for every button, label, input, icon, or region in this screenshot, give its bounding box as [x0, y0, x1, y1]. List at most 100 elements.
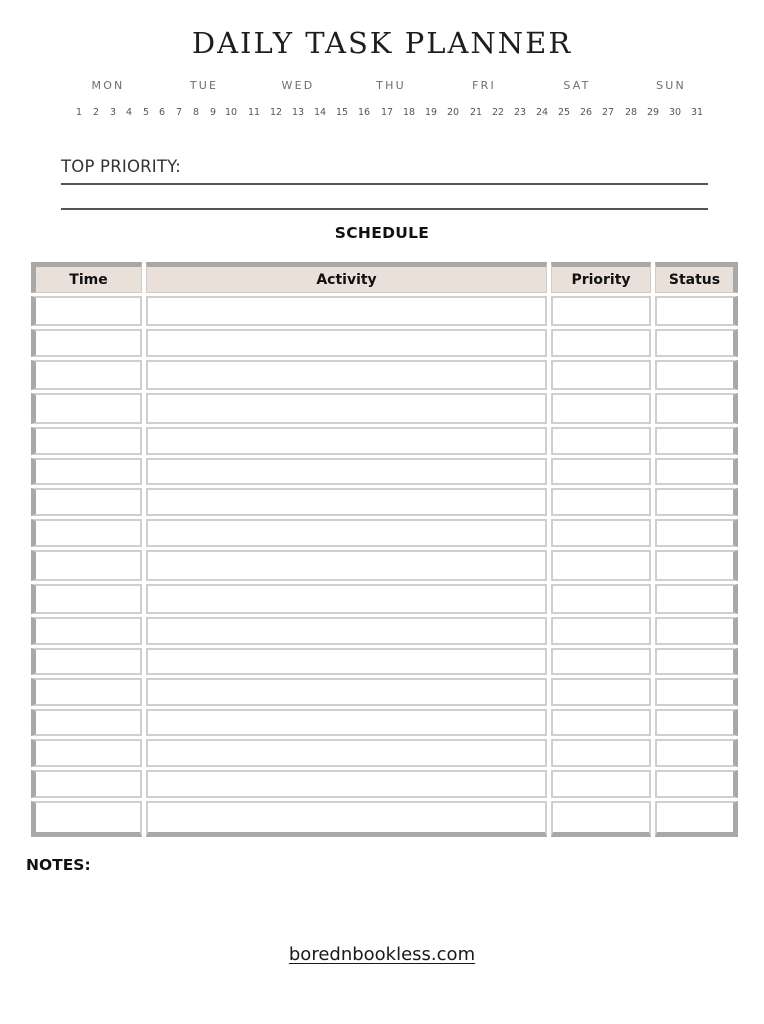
priority-cell[interactable] — [551, 678, 651, 706]
top-priority-line-2[interactable] — [61, 208, 708, 210]
date-3[interactable]: 3 — [110, 107, 116, 118]
date-12[interactable]: 12 — [270, 107, 282, 118]
website-link[interactable]: borednbookless.com — [289, 944, 475, 965]
date-10[interactable]: 10 — [225, 107, 237, 118]
time-cell[interactable] — [31, 360, 142, 390]
time-cell[interactable] — [31, 519, 142, 547]
priority-cell[interactable] — [551, 584, 651, 614]
activity-cell[interactable] — [146, 393, 547, 424]
time-cell[interactable] — [31, 678, 142, 706]
time-cell[interactable] — [31, 458, 142, 485]
activity-cell[interactable] — [146, 770, 547, 798]
status-cell[interactable] — [655, 617, 738, 645]
date-27[interactable]: 27 — [602, 107, 614, 118]
status-cell[interactable] — [655, 488, 738, 516]
priority-cell[interactable] — [551, 427, 651, 455]
date-5[interactable]: 5 — [143, 107, 149, 118]
time-cell[interactable] — [31, 550, 142, 581]
status-cell[interactable] — [655, 427, 738, 455]
priority-cell[interactable] — [551, 739, 651, 767]
weekday-tue[interactable]: TUE — [190, 79, 218, 92]
date-13[interactable]: 13 — [292, 107, 304, 118]
weekday-sun[interactable]: SUN — [656, 79, 686, 92]
status-cell[interactable] — [655, 296, 738, 326]
date-21[interactable]: 21 — [470, 107, 482, 118]
activity-cell[interactable] — [146, 360, 547, 390]
date-11[interactable]: 11 — [248, 107, 260, 118]
priority-cell[interactable] — [551, 709, 651, 736]
priority-cell[interactable] — [551, 519, 651, 547]
activity-cell[interactable] — [146, 519, 547, 547]
status-cell[interactable] — [655, 770, 738, 798]
priority-cell[interactable] — [551, 550, 651, 581]
time-cell[interactable] — [31, 801, 142, 837]
time-cell[interactable] — [31, 709, 142, 736]
activity-cell[interactable] — [146, 427, 547, 455]
time-cell[interactable] — [31, 329, 142, 357]
date-4[interactable]: 4 — [126, 107, 132, 118]
date-1[interactable]: 1 — [76, 107, 82, 118]
date-18[interactable]: 18 — [403, 107, 415, 118]
status-cell[interactable] — [655, 458, 738, 485]
priority-cell[interactable] — [551, 360, 651, 390]
date-25[interactable]: 25 — [558, 107, 570, 118]
activity-cell[interactable] — [146, 329, 547, 357]
date-17[interactable]: 17 — [381, 107, 393, 118]
priority-cell[interactable] — [551, 488, 651, 516]
activity-cell[interactable] — [146, 678, 547, 706]
activity-cell[interactable] — [146, 296, 547, 326]
date-31[interactable]: 31 — [691, 107, 703, 118]
date-29[interactable]: 29 — [647, 107, 659, 118]
date-6[interactable]: 6 — [159, 107, 165, 118]
activity-cell[interactable] — [146, 739, 547, 767]
date-30[interactable]: 30 — [669, 107, 681, 118]
time-cell[interactable] — [31, 770, 142, 798]
date-7[interactable]: 7 — [176, 107, 182, 118]
date-15[interactable]: 15 — [336, 107, 348, 118]
status-cell[interactable] — [655, 329, 738, 357]
date-19[interactable]: 19 — [425, 107, 437, 118]
date-20[interactable]: 20 — [447, 107, 459, 118]
weekday-sat[interactable]: SAT — [563, 79, 590, 92]
activity-cell[interactable] — [146, 550, 547, 581]
time-cell[interactable] — [31, 584, 142, 614]
date-24[interactable]: 24 — [536, 107, 548, 118]
priority-cell[interactable] — [551, 617, 651, 645]
priority-cell[interactable] — [551, 329, 651, 357]
date-22[interactable]: 22 — [492, 107, 504, 118]
time-cell[interactable] — [31, 648, 142, 675]
date-28[interactable]: 28 — [625, 107, 637, 118]
time-cell[interactable] — [31, 427, 142, 455]
status-cell[interactable] — [655, 709, 738, 736]
time-cell[interactable] — [31, 739, 142, 767]
status-cell[interactable] — [655, 393, 738, 424]
activity-cell[interactable] — [146, 801, 547, 837]
top-priority-line-1[interactable] — [61, 183, 708, 185]
date-9[interactable]: 9 — [210, 107, 216, 118]
date-14[interactable]: 14 — [314, 107, 326, 118]
activity-cell[interactable] — [146, 709, 547, 736]
priority-cell[interactable] — [551, 393, 651, 424]
status-cell[interactable] — [655, 550, 738, 581]
priority-cell[interactable] — [551, 458, 651, 485]
date-2[interactable]: 2 — [93, 107, 99, 118]
time-cell[interactable] — [31, 296, 142, 326]
weekday-thu[interactable]: THU — [376, 79, 406, 92]
status-cell[interactable] — [655, 360, 738, 390]
activity-cell[interactable] — [146, 458, 547, 485]
date-26[interactable]: 26 — [580, 107, 592, 118]
weekday-mon[interactable]: MON — [92, 79, 125, 92]
time-cell[interactable] — [31, 617, 142, 645]
status-cell[interactable] — [655, 584, 738, 614]
activity-cell[interactable] — [146, 617, 547, 645]
time-cell[interactable] — [31, 393, 142, 424]
priority-cell[interactable] — [551, 648, 651, 675]
date-8[interactable]: 8 — [193, 107, 199, 118]
weekday-fri[interactable]: FRI — [472, 79, 496, 92]
weekday-wed[interactable]: WED — [282, 79, 315, 92]
activity-cell[interactable] — [146, 648, 547, 675]
status-cell[interactable] — [655, 678, 738, 706]
priority-cell[interactable] — [551, 770, 651, 798]
status-cell[interactable] — [655, 648, 738, 675]
time-cell[interactable] — [31, 488, 142, 516]
